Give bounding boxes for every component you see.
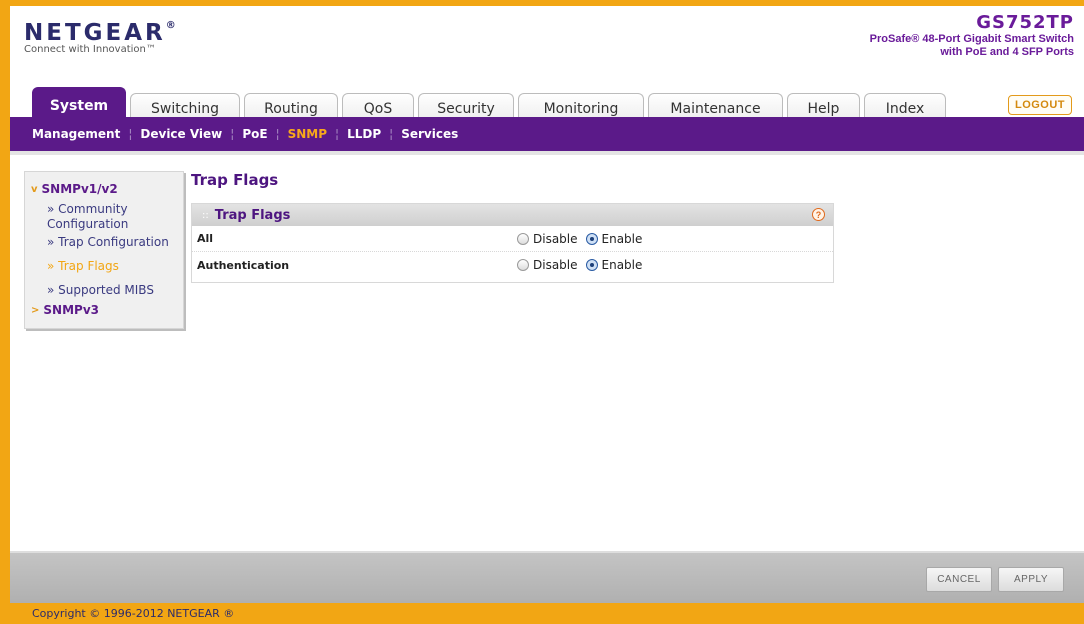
sub-navigation: Management ¦ Device View ¦ PoE ¦ SNMP ¦ …	[10, 117, 1084, 151]
apply-button[interactable]: APPLY	[998, 567, 1064, 592]
subnav-management[interactable]: Management	[32, 127, 120, 141]
brand-registered-mark: ®	[165, 20, 179, 31]
subnav-separator: ¦	[128, 127, 133, 141]
row-label-all: All	[197, 232, 214, 245]
cancel-button[interactable]: CANCEL	[926, 567, 992, 592]
panel-header: :: Trap Flags ?	[192, 204, 833, 226]
subnav-separator: ¦	[389, 127, 394, 141]
product-description-line2: with PoE and 4 SFP Ports	[940, 46, 1074, 58]
table-row: Authentication Disable Enable	[192, 252, 833, 278]
page-title: Trap Flags	[191, 171, 279, 189]
chevron-down-icon: v	[31, 183, 38, 195]
radio-group-all: Disable Enable	[517, 232, 650, 246]
radio-label: Enable	[601, 258, 643, 272]
subnav-separator: ¦	[335, 127, 340, 141]
brand-text: NETGEAR	[24, 20, 166, 46]
subnav-separator: ¦	[230, 127, 235, 141]
sidebar-item-trap-flags[interactable]: » Trap Flags	[25, 259, 183, 274]
table-row: All Disable Enable	[192, 226, 833, 252]
netgear-logo: NETGEAR® Connect with Innovation™	[24, 20, 179, 55]
subnav-snmp[interactable]: SNMP	[288, 127, 327, 141]
sidebar: v SNMPv1/v2 » Community Configuration » …	[24, 171, 184, 329]
panel-title: Trap Flags	[214, 207, 291, 223]
subnav-separator: ¦	[275, 127, 280, 141]
header: NETGEAR® Connect with Innovation™ GS752T…	[10, 0, 1084, 123]
sidebar-item-community-configuration[interactable]: » Community Configuration	[25, 202, 183, 232]
row-label-authentication: Authentication	[197, 258, 290, 272]
help-icon[interactable]: ?	[812, 208, 825, 221]
trap-flags-panel: :: Trap Flags ? All Disable Enable Authe…	[191, 203, 834, 283]
radio-authentication-disable[interactable]	[517, 259, 529, 271]
sidebar-group-label: SNMPv3	[43, 303, 99, 317]
product-description-line1: ProSafe® 48-Port Gigabit Smart Switch	[869, 33, 1074, 45]
grip-icon: ::	[202, 209, 209, 221]
sidebar-group-snmpv3[interactable]: > SNMPv3	[25, 301, 183, 319]
subnav-poe[interactable]: PoE	[242, 127, 267, 141]
sidebar-item-supported-mibs[interactable]: » Supported MIBS	[25, 283, 183, 298]
subnav-lldp[interactable]: LLDP	[347, 127, 381, 141]
radio-label: Disable	[533, 231, 578, 246]
brand-name: NETGEAR®	[24, 20, 179, 46]
copyright-text: Copyright © 1996-2012 NETGEAR ®	[32, 607, 235, 620]
sidebar-item-trap-configuration[interactable]: » Trap Configuration	[25, 235, 183, 250]
logout-button[interactable]: LOGOUT	[1008, 95, 1072, 115]
subnav-device-view[interactable]: Device View	[140, 127, 222, 141]
sidebar-group-label: SNMPv1/v2	[41, 182, 118, 196]
radio-authentication-enable[interactable]	[585, 259, 598, 271]
footer: Copyright © 1996-2012 NETGEAR ®	[10, 603, 1084, 624]
radio-all-disable[interactable]	[517, 232, 529, 245]
subnav-services[interactable]: Services	[401, 127, 458, 141]
main-area: v SNMPv1/v2 » Community Configuration » …	[10, 151, 1084, 551]
radio-group-authentication: Disable Enable	[517, 258, 650, 272]
brand-tagline: Connect with Innovation™	[24, 44, 156, 55]
app-frame: NETGEAR® Connect with Innovation™ GS752T…	[10, 0, 1084, 624]
radio-label: Enable	[601, 231, 643, 246]
radio-all-enable[interactable]	[585, 232, 598, 245]
radio-label: Disable	[533, 258, 578, 272]
chevron-right-icon: >	[31, 304, 40, 316]
product-info: GS752TP ProSafe® 48-Port Gigabit Smart S…	[870, 12, 1074, 59]
left-orange-edge	[0, 0, 10, 624]
action-bar: CANCEL APPLY	[10, 551, 1084, 603]
sidebar-group-snmpv1v2[interactable]: v SNMPv1/v2	[25, 180, 183, 198]
product-model: GS752TP	[976, 12, 1074, 33]
